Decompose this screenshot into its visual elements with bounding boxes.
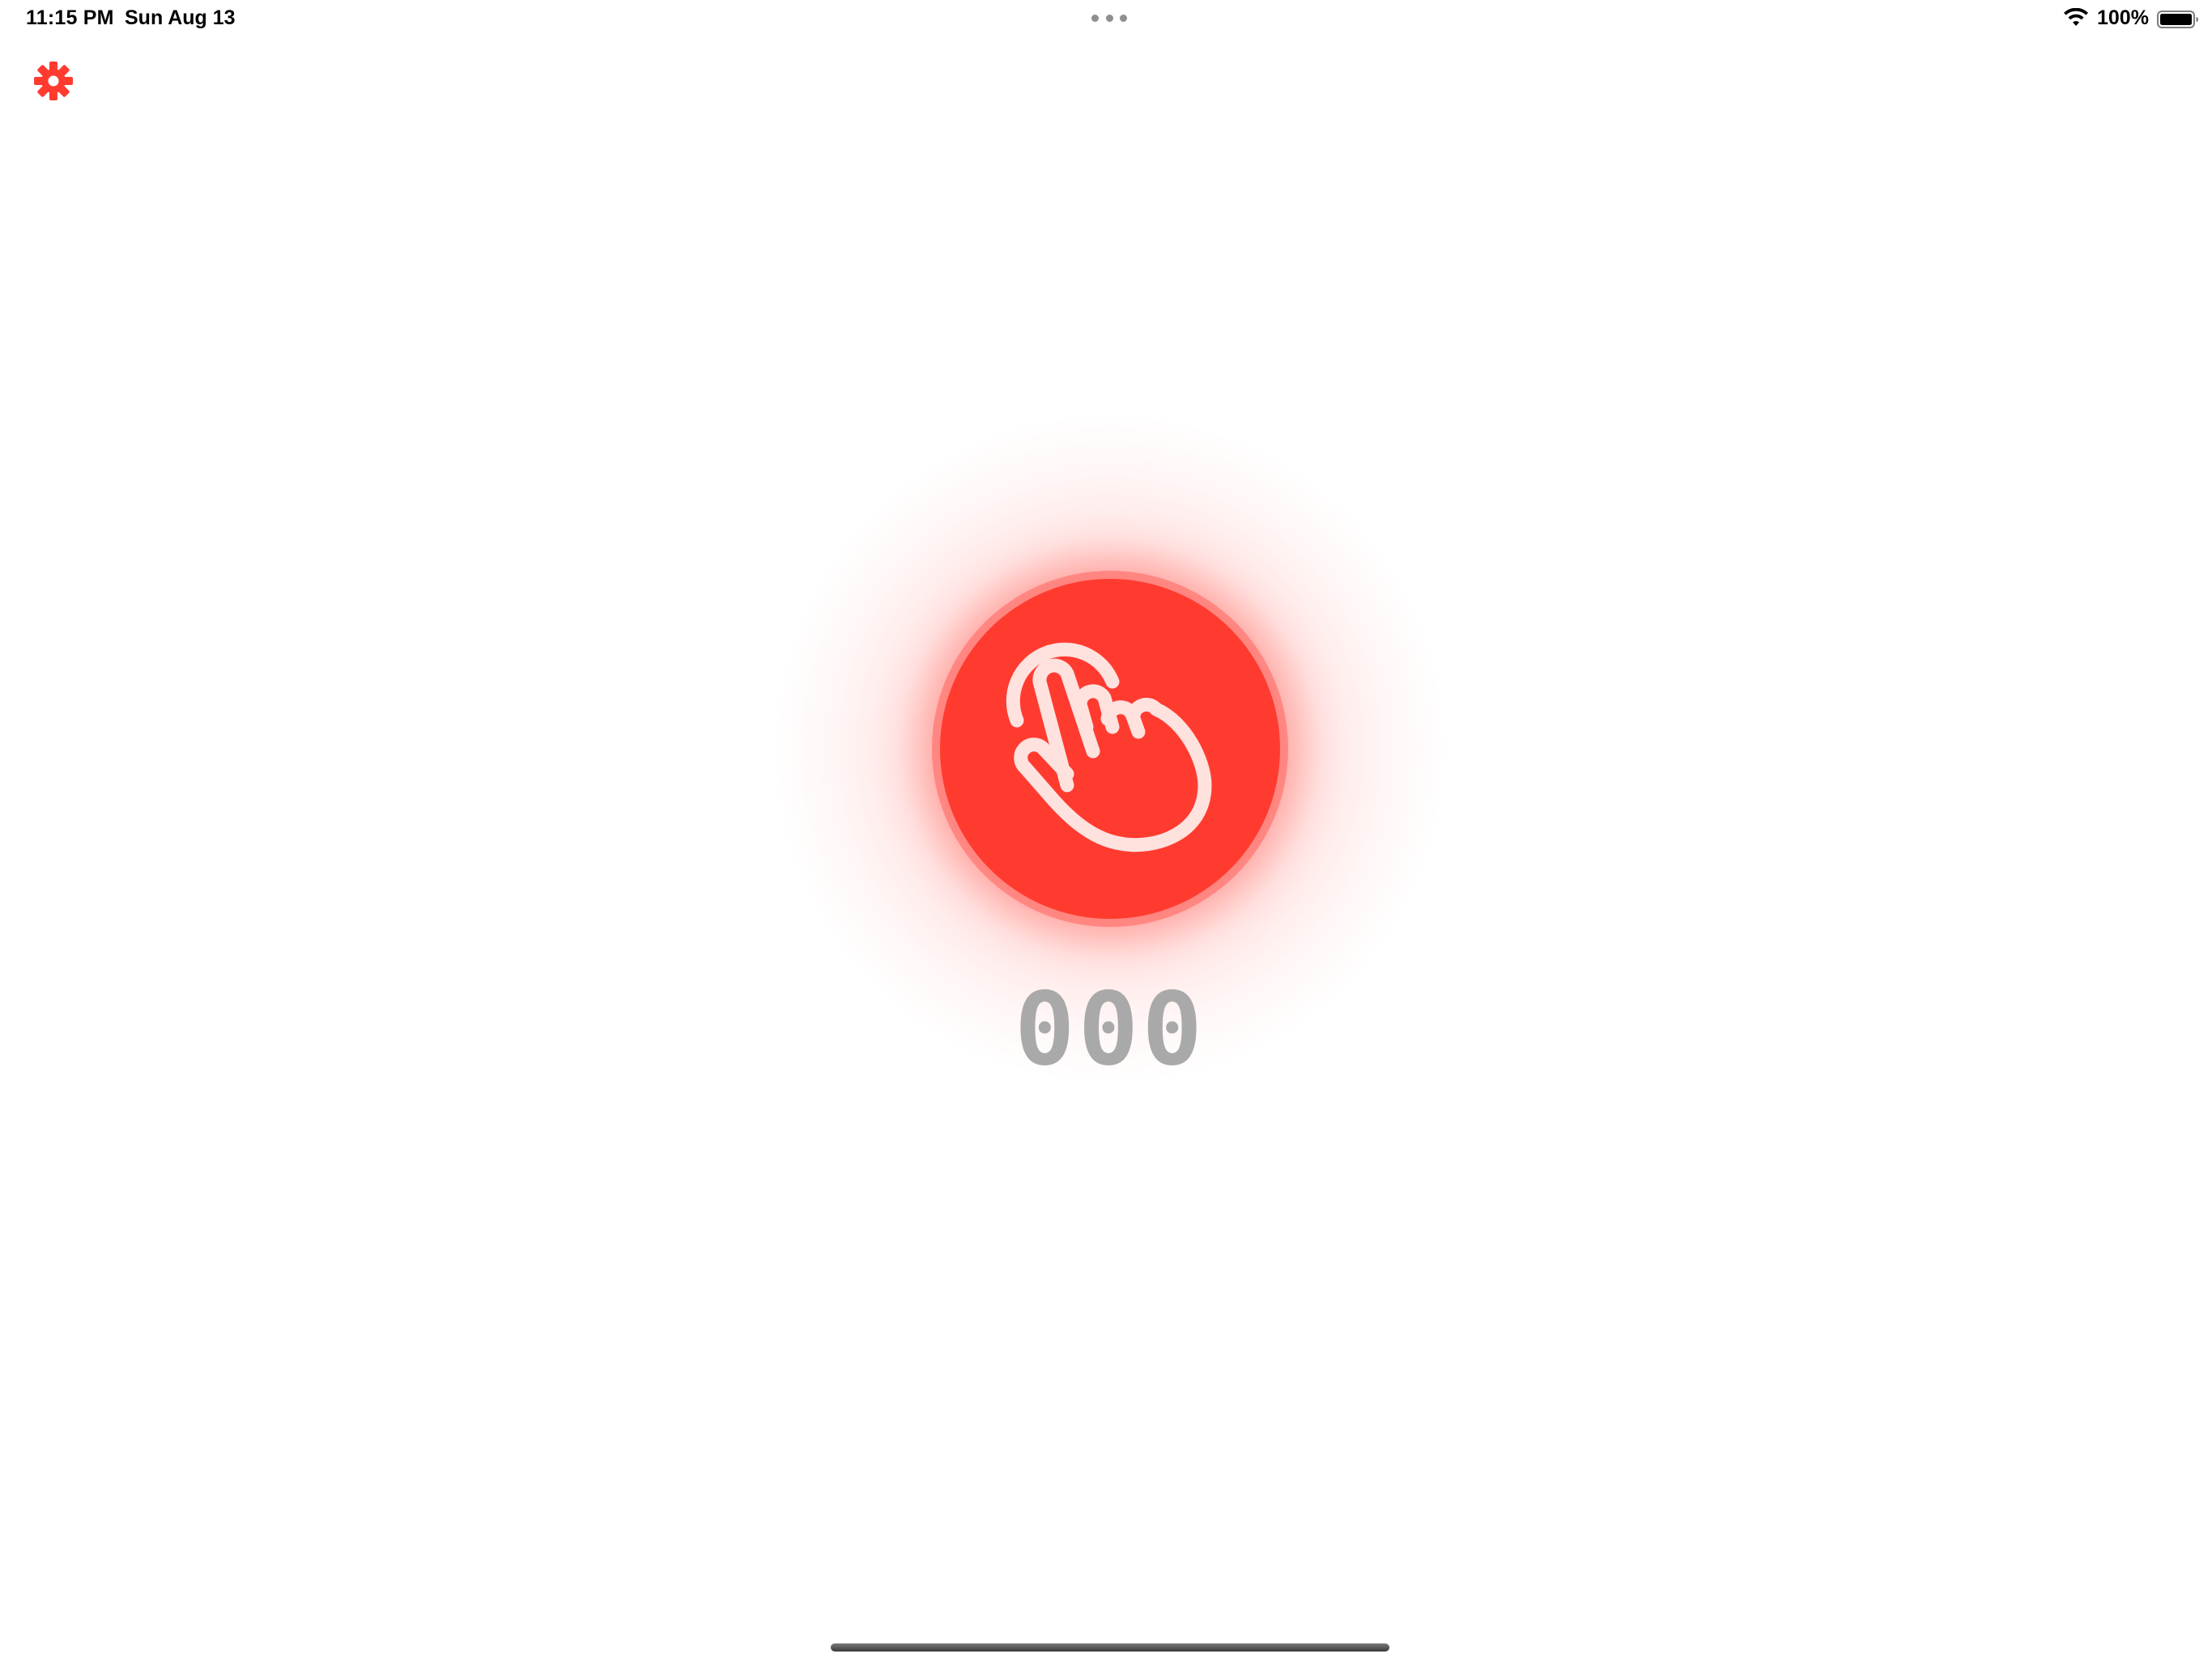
battery-percent: 100% (2097, 6, 2149, 29)
status-bar: 11:15 PM Sun Aug 13 100% (0, 0, 2212, 39)
status-date: Sun Aug 13 (125, 6, 236, 29)
status-time: 11:15 PM (26, 6, 114, 29)
tap-counter: 000 (1015, 971, 1206, 1088)
wifi-icon (2064, 8, 2088, 26)
home-indicator[interactable] (831, 1643, 1389, 1652)
hand-tap-icon (1006, 642, 1212, 852)
battery-icon (2157, 11, 2198, 28)
tap-button[interactable] (940, 579, 1280, 919)
multitasking-dots-icon[interactable] (1091, 15, 1127, 23)
gear-icon[interactable] (32, 60, 74, 102)
app-screen: 11:15 PM Sun Aug 13 100% 000 (0, 0, 2212, 1658)
